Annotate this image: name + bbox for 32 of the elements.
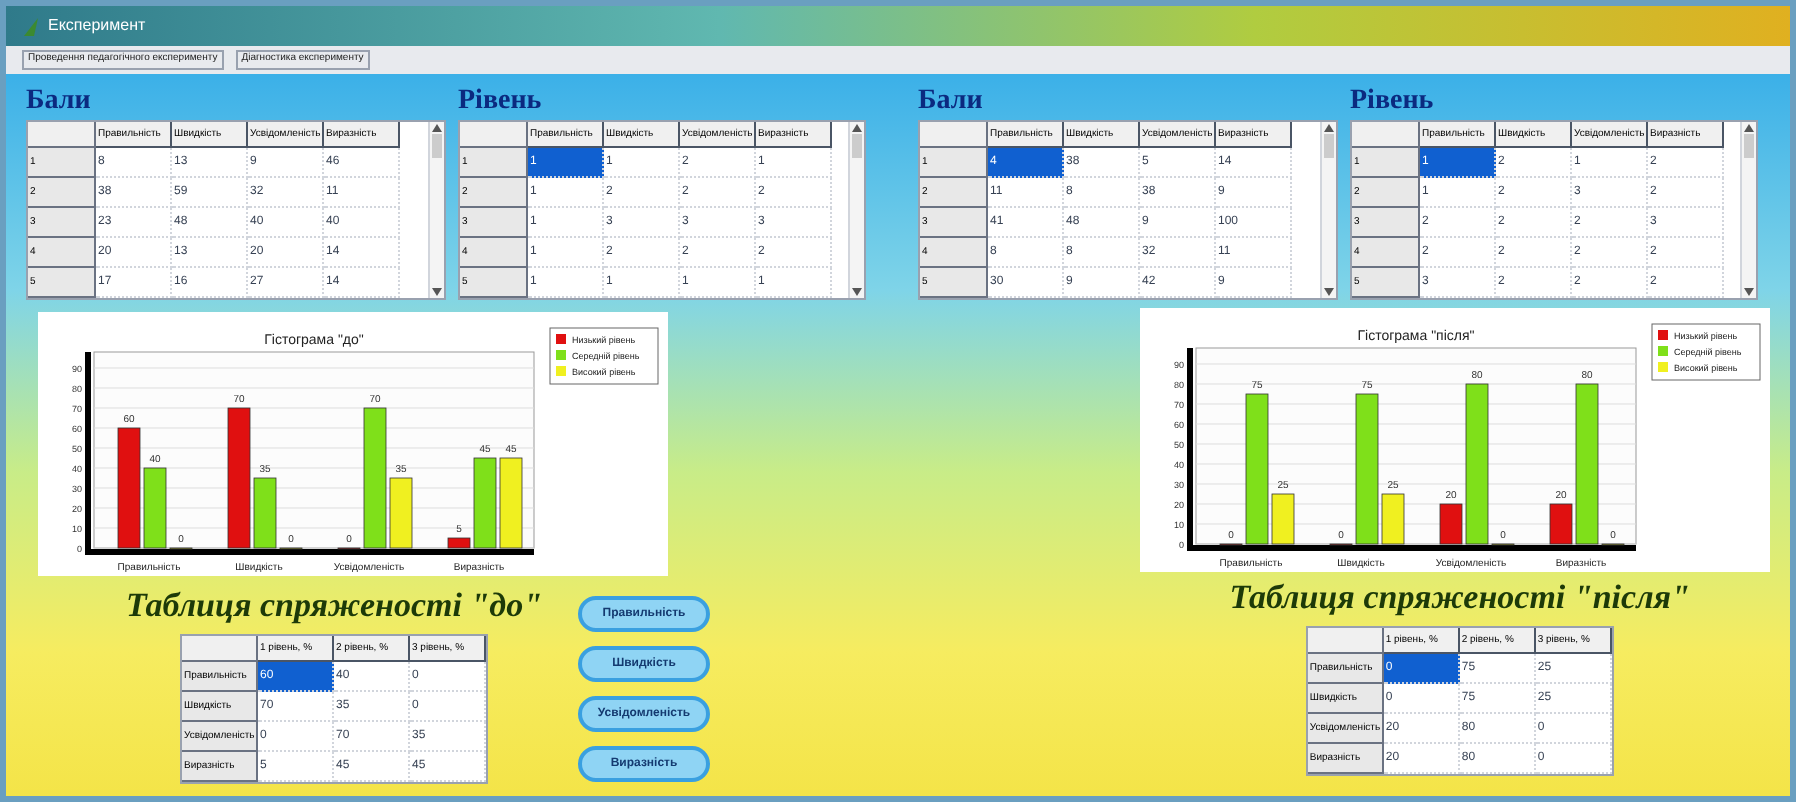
table-title: Бали: [918, 84, 985, 120]
scroll-thumb[interactable]: [852, 134, 862, 158]
chart-legend: [549, 327, 659, 385]
down-arrow-icon[interactable]: [1324, 288, 1334, 296]
scrollbar[interactable]: [428, 122, 444, 298]
corner-header: [460, 122, 528, 148]
down-arrow-icon[interactable]: [432, 288, 442, 296]
down-arrow-icon[interactable]: [1744, 288, 1754, 296]
scroll-thumb[interactable]: [1744, 134, 1754, 158]
scrollbar[interactable]: [848, 122, 864, 298]
scrollbar[interactable]: [1740, 122, 1756, 298]
table-title: Бали: [26, 84, 93, 120]
scroll-thumb[interactable]: [432, 134, 442, 158]
scroll-thumb[interactable]: [1324, 134, 1334, 158]
scrollbar[interactable]: [1320, 122, 1336, 298]
up-arrow-icon[interactable]: [1324, 124, 1334, 132]
chart-legend: [1651, 323, 1761, 381]
corner-header: [28, 122, 96, 148]
up-arrow-icon[interactable]: [852, 124, 862, 132]
app-icon: [22, 15, 40, 37]
corner-header: [1307, 628, 1384, 654]
corner-header: [920, 122, 988, 148]
up-arrow-icon[interactable]: [432, 124, 442, 132]
table-title: Таблиця спряженості "після": [1229, 576, 1690, 620]
down-arrow-icon[interactable]: [852, 288, 862, 296]
up-arrow-icon[interactable]: [1744, 124, 1754, 132]
corner-header: [1352, 122, 1420, 148]
table-title: Рівень: [1350, 84, 1436, 120]
table-title: Таблиця спряженості "до": [126, 584, 543, 628]
window-title: Експеримент: [48, 14, 146, 38]
table-title: Рівень: [458, 84, 544, 120]
corner-header: [182, 636, 258, 662]
